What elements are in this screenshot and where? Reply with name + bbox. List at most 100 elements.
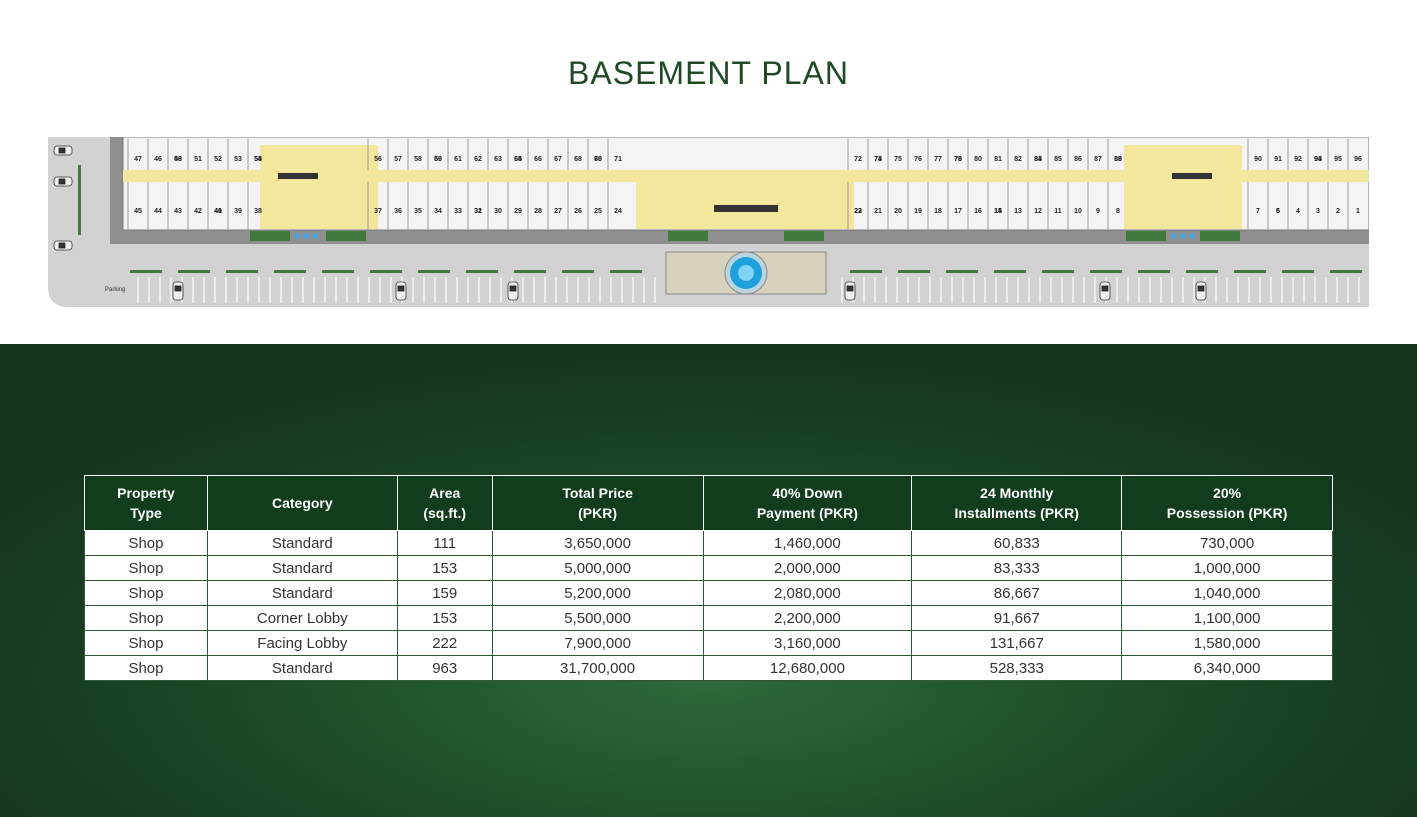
unit-label: 66	[534, 156, 542, 163]
unit-label: 86	[1074, 156, 1082, 163]
cell-down-payment: 2,080,000	[702, 580, 913, 606]
unit-label: 72	[854, 156, 862, 163]
unit-label: 55	[254, 156, 262, 163]
unit-label: 45	[134, 208, 142, 215]
cell-total-price: 7,900,000	[491, 630, 704, 656]
unit-label: 20	[894, 208, 902, 215]
unit-label: 31	[474, 208, 482, 215]
unit-label: 18	[934, 208, 942, 215]
cell-type: Shop	[84, 580, 208, 606]
cell-type: Shop	[84, 530, 208, 556]
unit-label: 12	[1034, 208, 1042, 215]
unit-label: 36	[394, 208, 402, 215]
unit-label: 67	[554, 156, 562, 163]
unit-label: 89	[1114, 156, 1122, 163]
unit-label: 47	[134, 156, 142, 163]
unit-label: 75	[894, 156, 902, 163]
header-monthly-installments: 24 Monthly Installments (PKR)	[911, 475, 1123, 531]
cell-area: 153	[396, 555, 493, 581]
unit-label: 58	[414, 156, 422, 163]
unit-label: 96	[1354, 156, 1362, 163]
cell-possession: 1,040,000	[1121, 580, 1333, 606]
cell-total-price: 31,700,000	[491, 655, 704, 681]
unit-label: 76	[914, 156, 922, 163]
unit-label: 62	[474, 156, 482, 163]
unit-label: 13	[1014, 208, 1022, 215]
cell-category: Facing Lobby	[206, 630, 398, 656]
unit-label: 42	[194, 208, 202, 215]
unit-label: 40	[214, 208, 222, 215]
cell-total-price: 5,200,000	[491, 580, 704, 606]
unit-label: 82	[1014, 156, 1022, 163]
cell-monthly: 91,667	[911, 605, 1123, 631]
unit-label: 2	[1336, 208, 1340, 215]
header-total-price: Total Price (PKR)	[491, 475, 704, 531]
unit-label: 51	[194, 156, 202, 163]
unit-label: 27	[554, 208, 562, 215]
cell-monthly: 528,333	[911, 655, 1123, 681]
unit-label: 37	[374, 208, 382, 215]
unit-label: 70	[594, 156, 602, 163]
unit-label: 5	[1276, 208, 1280, 215]
unit-label: 28	[534, 208, 542, 215]
cell-possession: 6,340,000	[1121, 655, 1333, 681]
cell-category: Standard	[206, 655, 398, 681]
cell-category: Standard	[206, 530, 398, 556]
unit-label: 56	[374, 156, 382, 163]
cell-area: 153	[396, 605, 493, 631]
unit-label: 30	[494, 208, 502, 215]
header-possession: 20% Possession (PKR)	[1121, 475, 1333, 531]
cell-down-payment: 1,460,000	[702, 530, 913, 556]
cell-category: Standard	[206, 580, 398, 606]
cell-down-payment: 2,000,000	[702, 555, 913, 581]
unit-label: 35	[414, 208, 422, 215]
unit-label: 50	[174, 156, 182, 163]
cell-area: 222	[396, 630, 493, 656]
unit-label: 92	[1294, 156, 1302, 163]
table-row: Shop Facing Lobby 222 7,900,000 3,160,00…	[84, 630, 1333, 656]
unit-label: 77	[934, 156, 942, 163]
unit-label: 44	[154, 208, 162, 215]
unit-label: 71	[614, 156, 622, 163]
unit-label: 95	[1334, 156, 1342, 163]
unit-label: 68	[574, 156, 582, 163]
header-down-payment: 40% Down Payment (PKR)	[702, 475, 913, 531]
cell-down-payment: 2,200,000	[702, 605, 913, 631]
cell-monthly: 131,667	[911, 630, 1123, 656]
cell-possession: 1,000,000	[1121, 555, 1333, 581]
cell-monthly: 86,667	[911, 580, 1123, 606]
unit-label: 85	[1054, 156, 1062, 163]
cell-monthly: 83,333	[911, 555, 1123, 581]
cell-total-price: 5,000,000	[491, 555, 704, 581]
table-row: Shop Standard 111 3,650,000 1,460,000 60…	[84, 530, 1333, 556]
unit-label: 63	[494, 156, 502, 163]
unit-label: 10	[1074, 208, 1082, 215]
cell-type: Shop	[84, 655, 208, 681]
unit-label: 39	[234, 208, 242, 215]
cell-possession: 1,100,000	[1121, 605, 1333, 631]
unit-label: 33	[454, 208, 462, 215]
cell-category: Corner Lobby	[206, 605, 398, 631]
unit-label: 43	[174, 208, 182, 215]
cell-type: Shop	[84, 555, 208, 581]
payment-plan-table: Property Type Category Area (sq.ft.) Total…	[84, 475, 1333, 681]
unit-label: 24	[614, 208, 622, 215]
header-category: Category	[206, 475, 398, 531]
cell-down-payment: 3,160,000	[702, 630, 913, 656]
header-property-type: Property Type	[84, 475, 208, 531]
cell-total-price: 3,650,000	[491, 530, 704, 556]
cell-down-payment: 12,680,000	[702, 655, 913, 681]
unit-label: 9	[1096, 208, 1100, 215]
unit-label: 57	[394, 156, 402, 163]
basement-floor-plan: 47 46 4850 51 52 53 5455 56 57 58 5960 61 62 63 6465 66…	[48, 137, 1369, 307]
table-row: Shop Standard 153 5,000,000 2,000,000 83…	[84, 555, 1333, 581]
unit-label: 4	[1296, 208, 1300, 215]
unit-label: 80	[974, 156, 982, 163]
cell-monthly: 60,833	[911, 530, 1123, 556]
table-header-row: Property Type Category Area (sq.ft.) Total…	[84, 475, 1333, 531]
unit-label: 87	[1094, 156, 1102, 163]
header-area: Area (sq.ft.)	[396, 475, 493, 531]
unit-label: 94	[1314, 156, 1322, 163]
cell-category: Standard	[206, 555, 398, 581]
unit-label: 81	[994, 156, 1002, 163]
